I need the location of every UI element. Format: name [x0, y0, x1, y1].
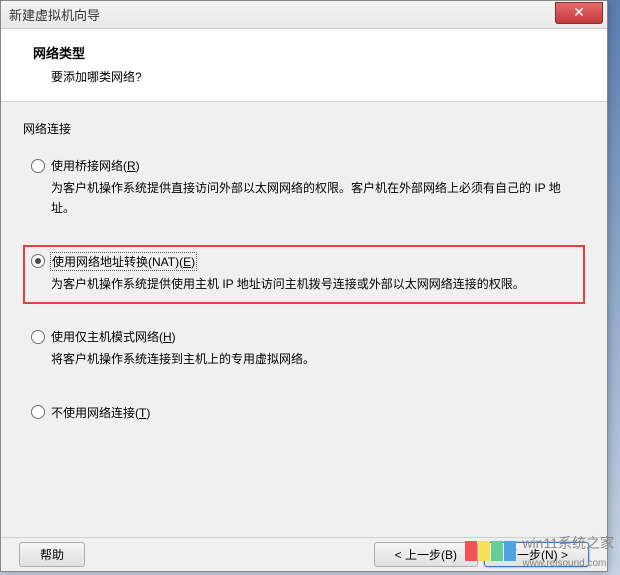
watermark-text: win11系统之家 — [522, 535, 614, 551]
close-button[interactable]: ✕ — [555, 2, 603, 24]
option-nat-label: 使用网络地址转换(NAT)(E) — [51, 253, 196, 270]
option-bridged-label: 使用桥接网络(R) — [51, 157, 140, 174]
close-icon: ✕ — [573, 4, 585, 21]
radio-nat[interactable] — [31, 254, 45, 268]
option-none-label: 不使用网络连接(T) — [51, 404, 150, 421]
logo-icon — [465, 541, 516, 561]
window-title: 新建虚拟机向导 — [9, 5, 100, 24]
option-hostonly-label: 使用仅主机模式网络(H) — [51, 328, 176, 345]
radio-none[interactable] — [31, 405, 45, 419]
option-hostonly[interactable]: 使用仅主机模式网络(H) 将客户机操作系统连接到主机上的专用虚拟网络。 — [23, 322, 585, 377]
option-none[interactable]: 不使用网络连接(T) — [23, 398, 585, 429]
watermark: win11系统之家 www.relsound.com — [465, 533, 614, 569]
page-title: 网络类型 — [33, 43, 585, 62]
titlebar: 新建虚拟机向导 ✕ — [1, 1, 607, 29]
back-button[interactable]: < 上一步(B) — [374, 542, 478, 567]
option-hostonly-desc: 将客户机操作系统连接到主机上的专用虚拟网络。 — [51, 349, 577, 369]
page-subtitle: 要添加哪类网络? — [51, 68, 585, 85]
wizard-header: 网络类型 要添加哪类网络? — [1, 29, 607, 102]
content-panel: 网络连接 使用桥接网络(R) 为客户机操作系统提供直接访问外部以太网网络的权限。… — [1, 102, 607, 547]
option-nat[interactable]: 使用网络地址转换(NAT)(E) 为客户机操作系统提供使用主机 IP 地址访问主… — [23, 245, 585, 304]
watermark-url: www.relsound.com — [522, 558, 606, 569]
help-button[interactable]: 帮助 — [19, 542, 85, 567]
option-bridged[interactable]: 使用桥接网络(R) 为客户机操作系统提供直接访问外部以太网网络的权限。客户机在外… — [23, 151, 585, 227]
radio-bridged[interactable] — [31, 159, 45, 173]
wizard-window: 新建虚拟机向导 ✕ 网络类型 要添加哪类网络? 网络连接 使用桥接网络(R) 为… — [0, 0, 608, 572]
radio-hostonly[interactable] — [31, 330, 45, 344]
section-label: 网络连接 — [23, 120, 585, 137]
option-bridged-desc: 为客户机操作系统提供直接访问外部以太网网络的权限。客户机在外部网络上必须有自己的… — [51, 178, 577, 219]
option-nat-desc: 为客户机操作系统提供使用主机 IP 地址访问主机拨号连接或外部以太网网络连接的权… — [51, 274, 577, 294]
